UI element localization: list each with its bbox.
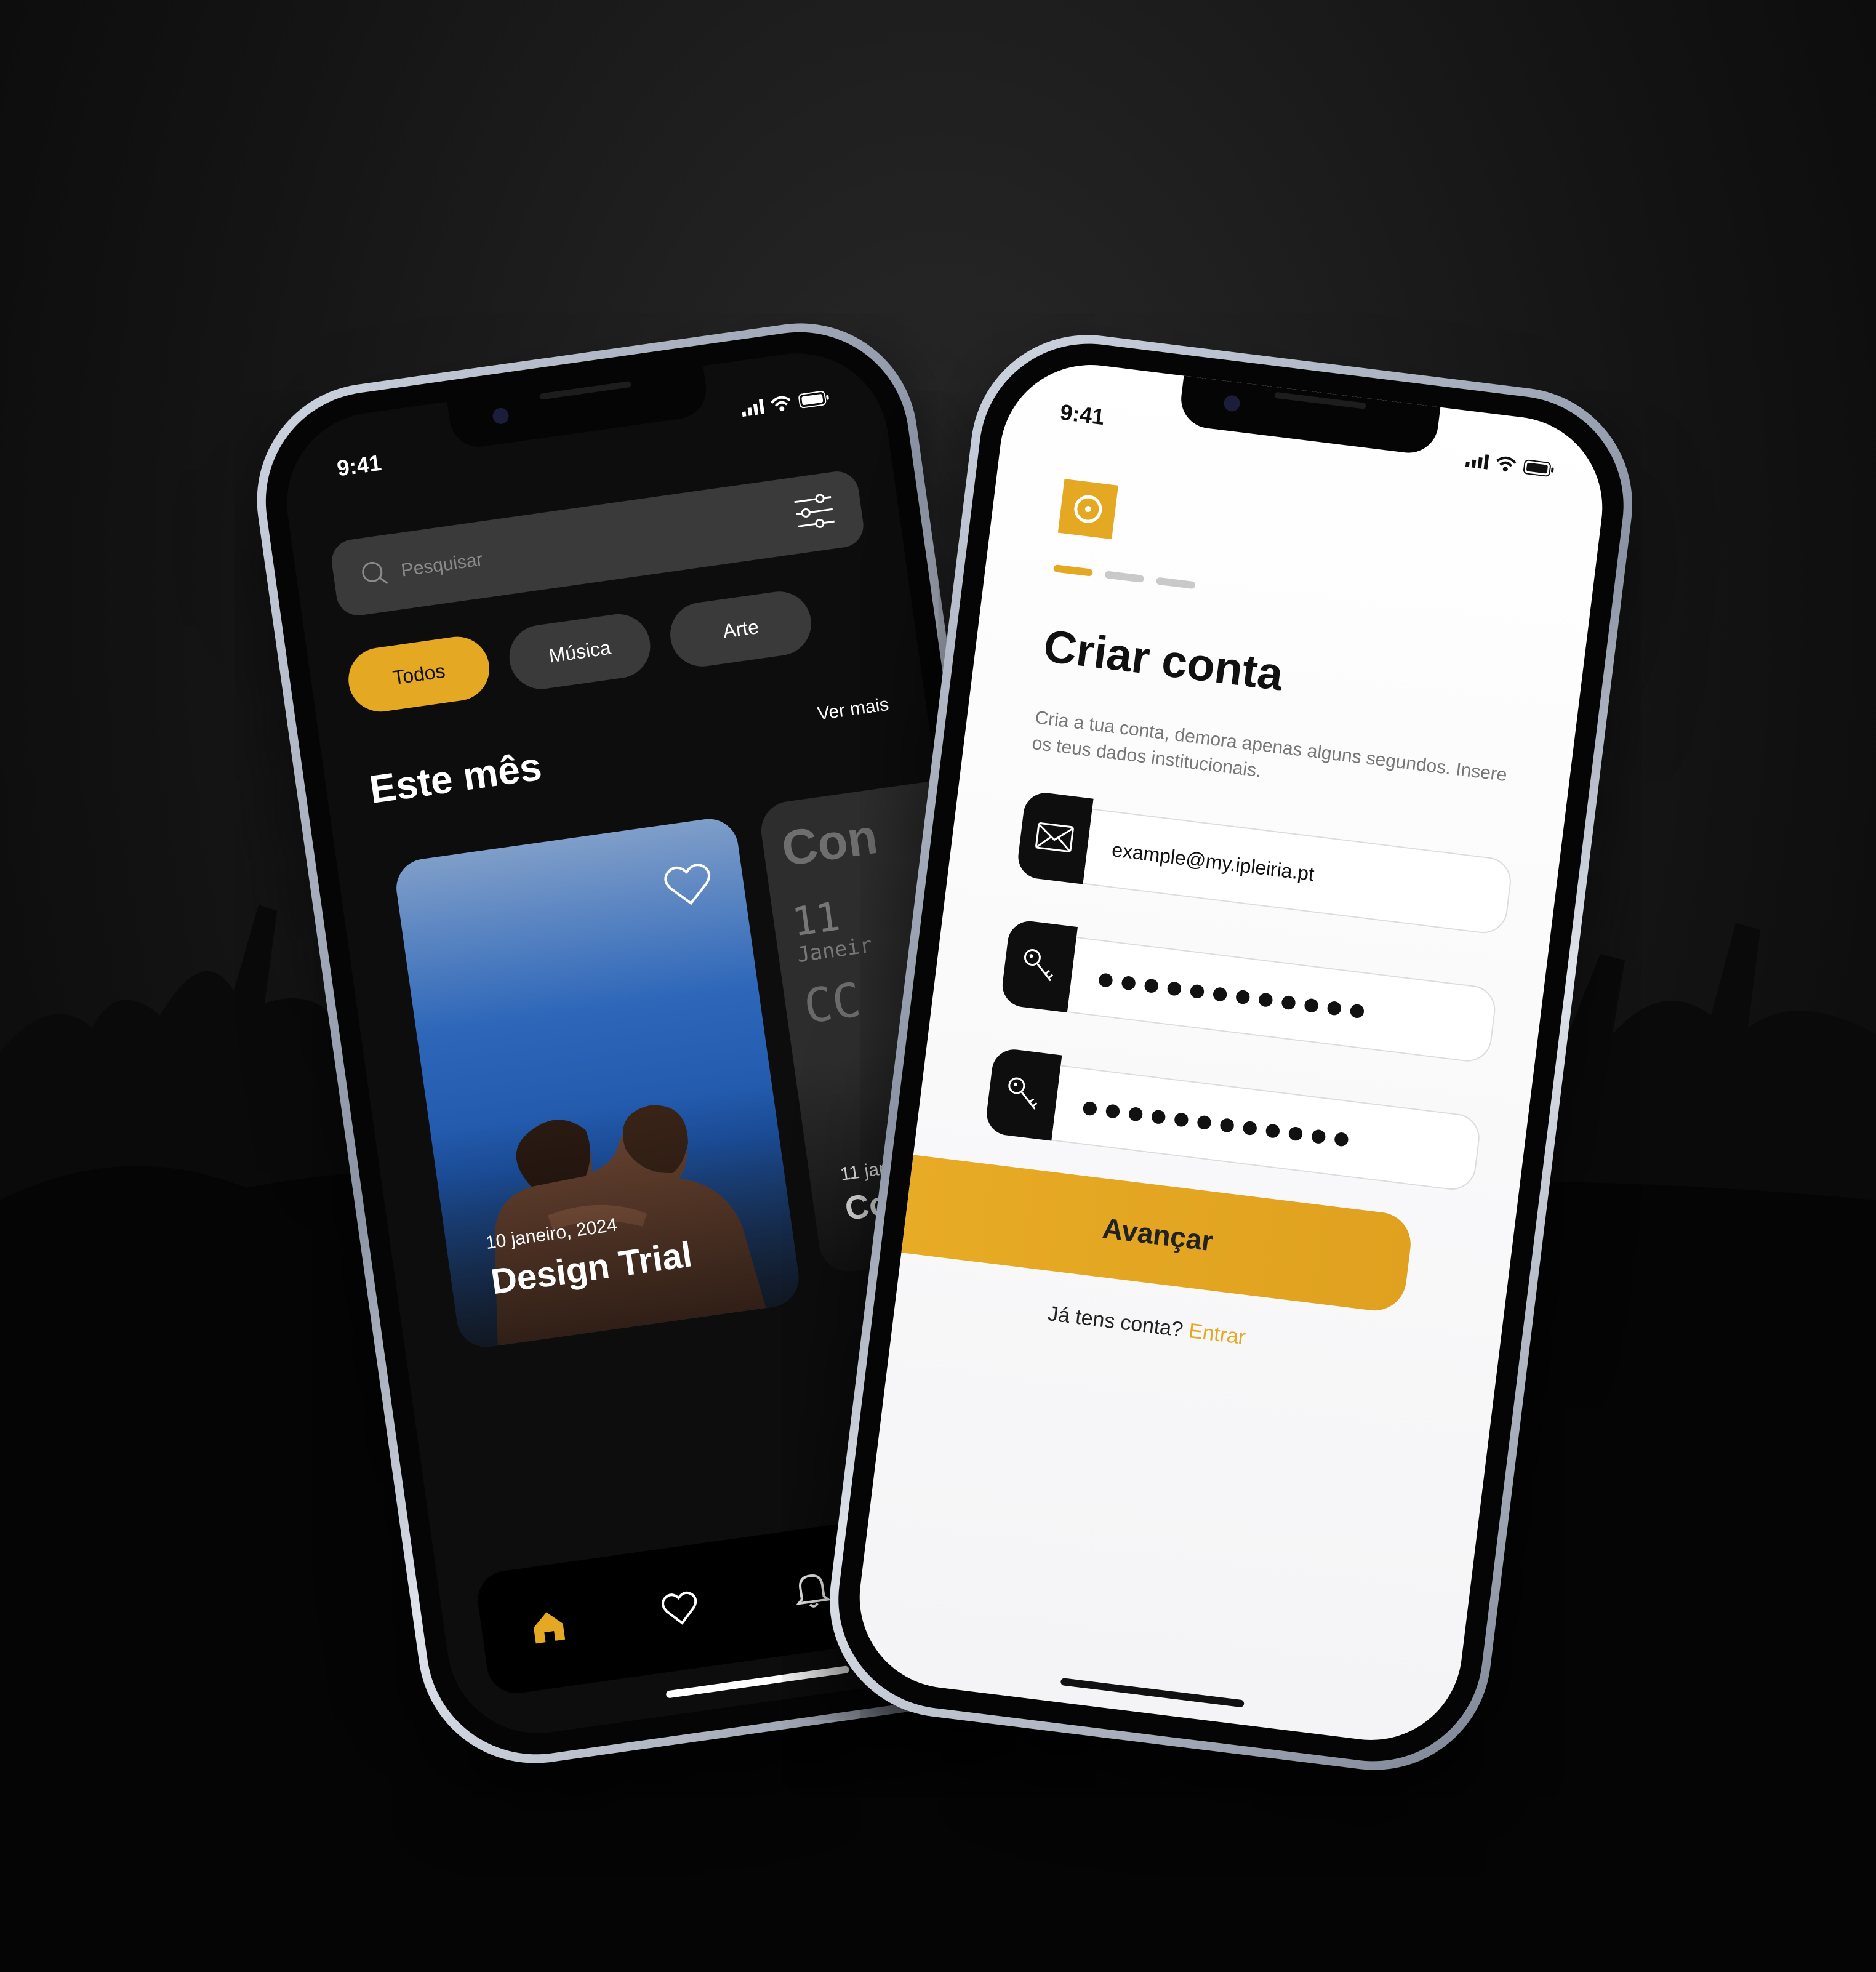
key-icon: [1000, 918, 1078, 1013]
bell-icon[interactable]: [787, 1566, 836, 1614]
app-logo: [1057, 479, 1118, 540]
status-time: 9:41: [1059, 399, 1106, 430]
speaker: [1274, 391, 1367, 409]
signup-screen: 9:41 Criar conta Cria a tua conta, demor…: [849, 355, 1613, 1750]
home-icon[interactable]: [524, 1603, 573, 1651]
login-prompt: Já tens conta?: [1046, 1302, 1185, 1342]
home-indicator[interactable]: [665, 1665, 850, 1699]
login-link[interactable]: Entrar: [1187, 1319, 1247, 1349]
page-title: Criar conta: [1041, 620, 1286, 700]
signal-icon: [1465, 452, 1489, 472]
status-time: 9:41: [335, 449, 383, 481]
heart-icon[interactable]: [660, 856, 717, 913]
heart-icon[interactable]: [655, 1584, 704, 1633]
step-progress: [1053, 564, 1196, 590]
wifi-icon: [770, 395, 793, 416]
confirm-password-field[interactable]: ●●●●●●●●●●●●: [984, 1047, 1483, 1193]
status-icons: [1465, 452, 1555, 481]
email-field[interactable]: example@my.ipleiria.pt: [1016, 790, 1515, 936]
key-icon: [984, 1047, 1062, 1141]
signal-icon: [740, 399, 765, 420]
section-header: Este mês Ver mais: [367, 694, 894, 812]
progress-step: [1104, 571, 1145, 583]
chip-todos[interactable]: Todos: [344, 632, 494, 716]
battery-icon: [1523, 459, 1555, 481]
wifi-icon: [1494, 455, 1518, 476]
battery-icon: [798, 390, 831, 412]
event-card[interactable]: 10 janeiro, 2024 Design Trial: [392, 815, 803, 1351]
status-icons: [740, 389, 831, 420]
mail-icon: [1016, 790, 1094, 884]
speaker: [539, 380, 632, 400]
password-field[interactable]: ●●●●●●●●●●●●: [1000, 918, 1499, 1065]
see-more-link[interactable]: Ver mais: [816, 694, 890, 725]
sliders-icon[interactable]: [792, 492, 836, 534]
poster-letters: CC: [800, 972, 864, 1035]
notch: [447, 366, 710, 451]
card-shade: [430, 1083, 803, 1351]
poster-text: Con: [778, 808, 881, 876]
search-icon: [359, 558, 390, 592]
notch: [1177, 375, 1441, 457]
submit-button[interactable]: Avançar: [901, 1155, 1414, 1315]
camera: [491, 407, 510, 425]
progress-step: [1053, 564, 1094, 577]
home-indicator[interactable]: [1060, 1677, 1245, 1708]
camera: [1223, 394, 1241, 412]
email-input[interactable]: example@my.ipleiria.pt: [1083, 808, 1514, 936]
search-placeholder[interactable]: Pesquisar: [400, 505, 796, 582]
chip-arte[interactable]: Arte: [666, 587, 816, 671]
chip-musica[interactable]: Música: [505, 610, 655, 694]
section-title: Este mês: [366, 744, 545, 812]
confirm-password-input[interactable]: ●●●●●●●●●●●●: [1051, 1065, 1483, 1193]
progress-step: [1155, 577, 1196, 590]
password-input[interactable]: ●●●●●●●●●●●●: [1067, 937, 1498, 1065]
